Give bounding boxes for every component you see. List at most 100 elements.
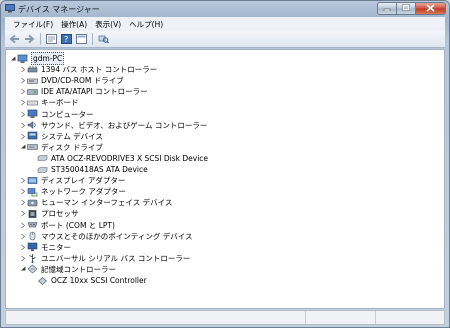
menu-bar: ファイル(F) 操作(A) 表示(V) ヘルプ(H) bbox=[5, 17, 445, 31]
tree-item-label: システム デバイス bbox=[41, 131, 103, 141]
tree-category-0[interactable]: 1394 バス ホスト コントローラー bbox=[19, 64, 157, 75]
tree-category-15[interactable]: ユニバーサル シリアル バス コントローラー bbox=[19, 253, 190, 264]
tree-category-10[interactable]: ヒューマン インターフェイス デバイス bbox=[19, 197, 172, 208]
expand-arrow-icon[interactable] bbox=[19, 253, 27, 264]
disk-drive-icon bbox=[27, 142, 38, 152]
menu-help[interactable]: ヘルプ(H) bbox=[125, 19, 167, 30]
monitor-icon bbox=[27, 242, 38, 252]
expand-arrow-icon[interactable] bbox=[19, 97, 27, 108]
tree-item-label: キーボード bbox=[41, 98, 79, 108]
expand-arrow-icon[interactable] bbox=[19, 64, 27, 75]
close-button[interactable] bbox=[416, 2, 446, 15]
svg-text:?: ? bbox=[64, 35, 68, 44]
tree-item-label: マウスとそのほかのポインティング デバイス bbox=[41, 231, 193, 241]
network-adapter-icon bbox=[27, 187, 38, 197]
tree-item-label: DVD/CD-ROM ドライブ bbox=[41, 76, 124, 86]
controller-icon bbox=[37, 276, 48, 286]
system-device-icon bbox=[27, 131, 38, 141]
menu-action[interactable]: 操作(A) bbox=[57, 19, 91, 30]
collapse-arrow-icon[interactable] bbox=[19, 264, 27, 275]
back-arrow-icon[interactable] bbox=[8, 33, 20, 45]
expand-arrow-icon[interactable] bbox=[19, 131, 27, 142]
processor-icon bbox=[27, 209, 38, 219]
tree-category-4[interactable]: コンピューター bbox=[19, 109, 94, 120]
tree-item-label: ヒューマン インターフェイス デバイス bbox=[41, 198, 173, 208]
device-tree[interactable]: gdm-PC 1394 バス ホスト コントローラー DVD/CD-ROM ドライブ… bbox=[5, 49, 445, 309]
scan-hardware-icon[interactable] bbox=[97, 33, 109, 45]
tree-item-label: モニター bbox=[41, 242, 71, 252]
tree-item-label: 記憶域コントローラー bbox=[41, 264, 116, 274]
expand-arrow-icon[interactable] bbox=[19, 242, 27, 253]
window-title: デバイス マネージャー bbox=[18, 5, 100, 14]
port-icon bbox=[27, 220, 38, 230]
tree-category-5[interactable]: サウンド、ビデオ、およびゲーム コントローラー bbox=[19, 120, 207, 131]
tree-category-7[interactable]: ディスク ドライブ bbox=[19, 142, 103, 153]
status-pane-main bbox=[6, 311, 306, 324]
tree-device-7-0[interactable]: ATA OCZ-REVODRIVE3 X SCSI Disk Device bbox=[29, 153, 208, 164]
properties-icon[interactable] bbox=[45, 33, 57, 45]
expand-arrow-icon[interactable] bbox=[19, 186, 27, 197]
tree-category-1[interactable]: DVD/CD-ROM ドライブ bbox=[19, 75, 124, 86]
expand-arrow-icon[interactable] bbox=[19, 175, 27, 186]
minimize-button[interactable] bbox=[377, 2, 397, 15]
status-bar bbox=[5, 310, 445, 325]
tree-item-label: コンピューター bbox=[41, 109, 94, 119]
tree-item-label: ディスク ドライブ bbox=[41, 142, 103, 152]
tree-category-9[interactable]: ネットワーク アダプター bbox=[19, 186, 126, 197]
tree-item-label: OCZ 10xx SCSI Controller bbox=[51, 276, 147, 285]
tree-item-label: ディスプレイ アダプター bbox=[41, 176, 126, 186]
expand-arrow-icon[interactable] bbox=[19, 120, 27, 131]
expand-arrow-icon[interactable] bbox=[19, 208, 27, 219]
storage-controller-icon bbox=[27, 264, 38, 274]
display-adapter-icon bbox=[27, 176, 38, 186]
menu-file[interactable]: ファイル(F) bbox=[9, 19, 57, 30]
status-pane-tertiary bbox=[376, 311, 444, 324]
tree-category-3[interactable]: キーボード bbox=[19, 97, 79, 108]
tree-item-label: ユニバーサル シリアル バス コントローラー bbox=[41, 253, 191, 263]
tree-category-12[interactable]: ポート (COM と LPT) bbox=[19, 220, 115, 231]
tree-category-14[interactable]: モニター bbox=[19, 242, 71, 253]
expand-arrow-icon[interactable] bbox=[19, 220, 27, 231]
collapse-arrow-icon[interactable] bbox=[9, 53, 17, 64]
expand-arrow-icon[interactable] bbox=[19, 86, 27, 97]
expand-arrow-icon[interactable] bbox=[19, 197, 27, 208]
title-bar[interactable]: デバイス マネージャー bbox=[1, 1, 449, 17]
expand-arrow-icon[interactable] bbox=[19, 109, 27, 120]
tree-item-label: ST3500418AS ATA Device bbox=[51, 165, 148, 174]
tree-category-13[interactable]: マウスとそのほかのポインティング デバイス bbox=[19, 231, 192, 242]
menu-view[interactable]: 表示(V) bbox=[91, 19, 125, 30]
tree-root-computer[interactable]: gdm-PC bbox=[9, 52, 65, 65]
view-icon[interactable] bbox=[75, 33, 87, 45]
tree-item-label: ATA OCZ-REVODRIVE3 X SCSI Disk Device bbox=[51, 153, 209, 163]
forward-arrow-icon[interactable] bbox=[23, 33, 35, 45]
close-icon bbox=[426, 3, 435, 14]
tree-category-2[interactable]: IDE ATA/ATAPI コントローラー bbox=[19, 86, 148, 97]
minimize-icon bbox=[383, 4, 391, 13]
tree-category-11[interactable]: プロセッサ bbox=[19, 208, 79, 219]
tree-device-16-0[interactable]: OCZ 10xx SCSI Controller bbox=[29, 275, 147, 286]
tree-category-8[interactable]: ディスプレイ アダプター bbox=[19, 175, 125, 186]
expand-arrow-icon[interactable] bbox=[19, 75, 27, 86]
tree-device-7-1[interactable]: ST3500418AS ATA Device bbox=[29, 164, 148, 175]
usb-icon bbox=[27, 253, 38, 264]
help-icon[interactable]: ? bbox=[60, 33, 72, 45]
disk-icon bbox=[37, 153, 48, 163]
computer-icon bbox=[17, 54, 28, 64]
toolbar: ? bbox=[5, 31, 445, 48]
ide-controller-icon bbox=[27, 87, 38, 97]
tree-root-label: gdm-PC bbox=[31, 52, 65, 65]
sound-icon bbox=[27, 120, 38, 130]
tree-item-label: 1394 バス ホスト コントローラー bbox=[41, 65, 158, 75]
tree-category-16[interactable]: 記憶域コントローラー bbox=[19, 264, 116, 275]
tree-item-label: IDE ATA/ATAPI コントローラー bbox=[41, 87, 148, 97]
expand-arrow-icon[interactable] bbox=[19, 231, 27, 242]
computer-icon bbox=[27, 109, 38, 119]
maximize-button[interactable] bbox=[397, 2, 416, 15]
tree-item-label: サウンド、ビデオ、およびゲーム コントローラー bbox=[41, 120, 208, 130]
tree-category-6[interactable]: システム デバイス bbox=[19, 131, 103, 142]
collapse-arrow-icon[interactable] bbox=[19, 142, 27, 153]
disk-icon bbox=[37, 165, 48, 175]
